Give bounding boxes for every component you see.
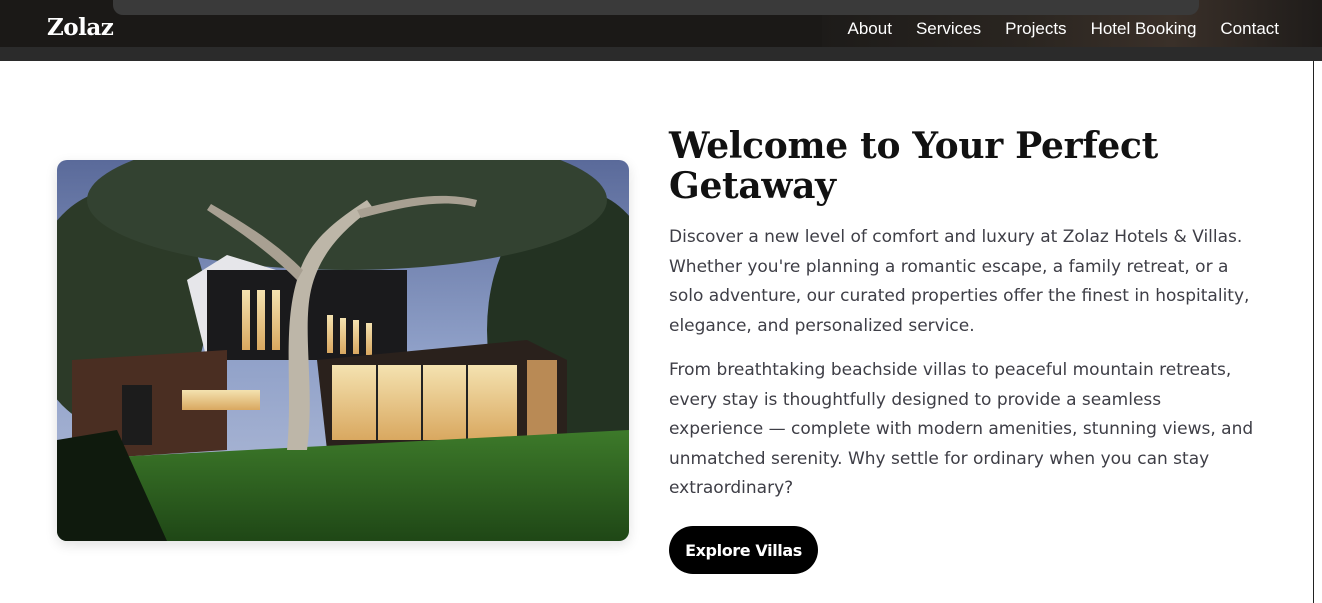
page: Zolaz About Services Projects Hotel Book… bbox=[0, 0, 1322, 603]
nav-services[interactable]: Services bbox=[916, 19, 981, 39]
main-nav: About Services Projects Hotel Booking Co… bbox=[848, 19, 1279, 39]
explore-villas-button[interactable]: Explore Villas bbox=[669, 526, 818, 574]
details-paragraph: From breathtaking beachside villas to pe… bbox=[669, 360, 1254, 498]
site-header: Zolaz About Services Projects Hotel Book… bbox=[0, 0, 1322, 61]
logo[interactable]: Zolaz bbox=[47, 14, 114, 41]
header-divider bbox=[0, 47, 1322, 61]
villa-photo bbox=[57, 160, 629, 541]
header-overlay-bar bbox=[113, 0, 1199, 15]
nav-hotel-booking[interactable]: Hotel Booking bbox=[1091, 19, 1197, 39]
page-title: Welcome to Your Perfect Getaway bbox=[669, 125, 1158, 207]
intro-paragraph: Discover a new level of comfort and luxu… bbox=[669, 227, 1250, 336]
nav-contact[interactable]: Contact bbox=[1220, 19, 1279, 39]
nav-about[interactable]: About bbox=[848, 19, 892, 39]
nav-projects[interactable]: Projects bbox=[1005, 19, 1066, 39]
scrollbar-edge bbox=[1313, 61, 1314, 603]
